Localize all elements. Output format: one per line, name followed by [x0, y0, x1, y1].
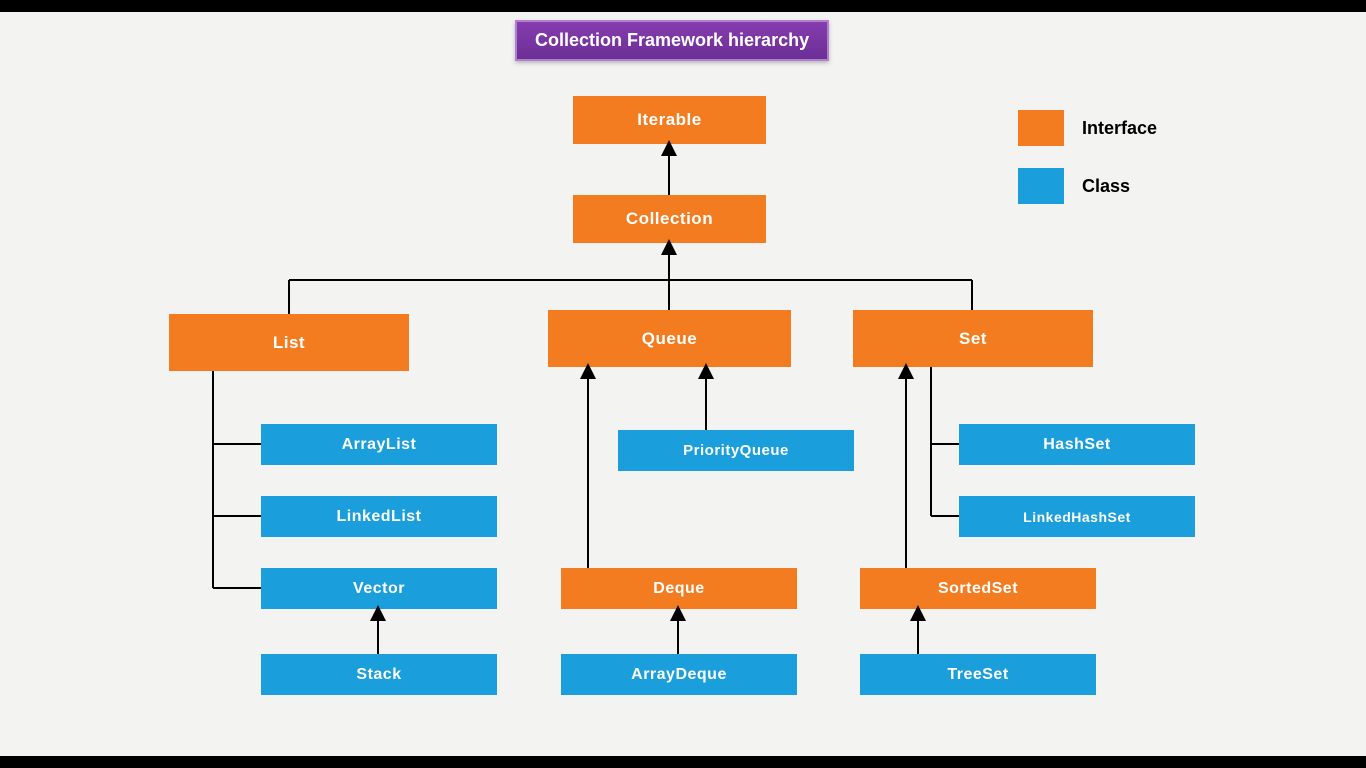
- legend-interface-swatch: [1018, 110, 1064, 146]
- legend-class-swatch: [1018, 168, 1064, 204]
- node-hashset: HashSet: [959, 424, 1195, 465]
- diagram-canvas: Collection Framework hierarchy Interface…: [0, 12, 1366, 756]
- node-deque: Deque: [561, 568, 797, 609]
- node-set: Set: [853, 310, 1093, 367]
- node-vector: Vector: [261, 568, 497, 609]
- node-treeset: TreeSet: [860, 654, 1096, 695]
- node-arraydeque: ArrayDeque: [561, 654, 797, 695]
- legend-interface-label: Interface: [1082, 118, 1157, 139]
- node-stack: Stack: [261, 654, 497, 695]
- node-iterable: Iterable: [573, 96, 766, 144]
- node-collection: Collection: [573, 195, 766, 243]
- diagram-title: Collection Framework hierarchy: [515, 20, 829, 61]
- node-arraylist: ArrayList: [261, 424, 497, 465]
- node-linkedlist: LinkedList: [261, 496, 497, 537]
- node-priorityqueue: PriorityQueue: [618, 430, 854, 471]
- node-sortedset: SortedSet: [860, 568, 1096, 609]
- node-linkedhashset: LinkedHashSet: [959, 496, 1195, 537]
- node-list: List: [169, 314, 409, 371]
- legend-class-label: Class: [1082, 176, 1130, 197]
- node-queue: Queue: [548, 310, 791, 367]
